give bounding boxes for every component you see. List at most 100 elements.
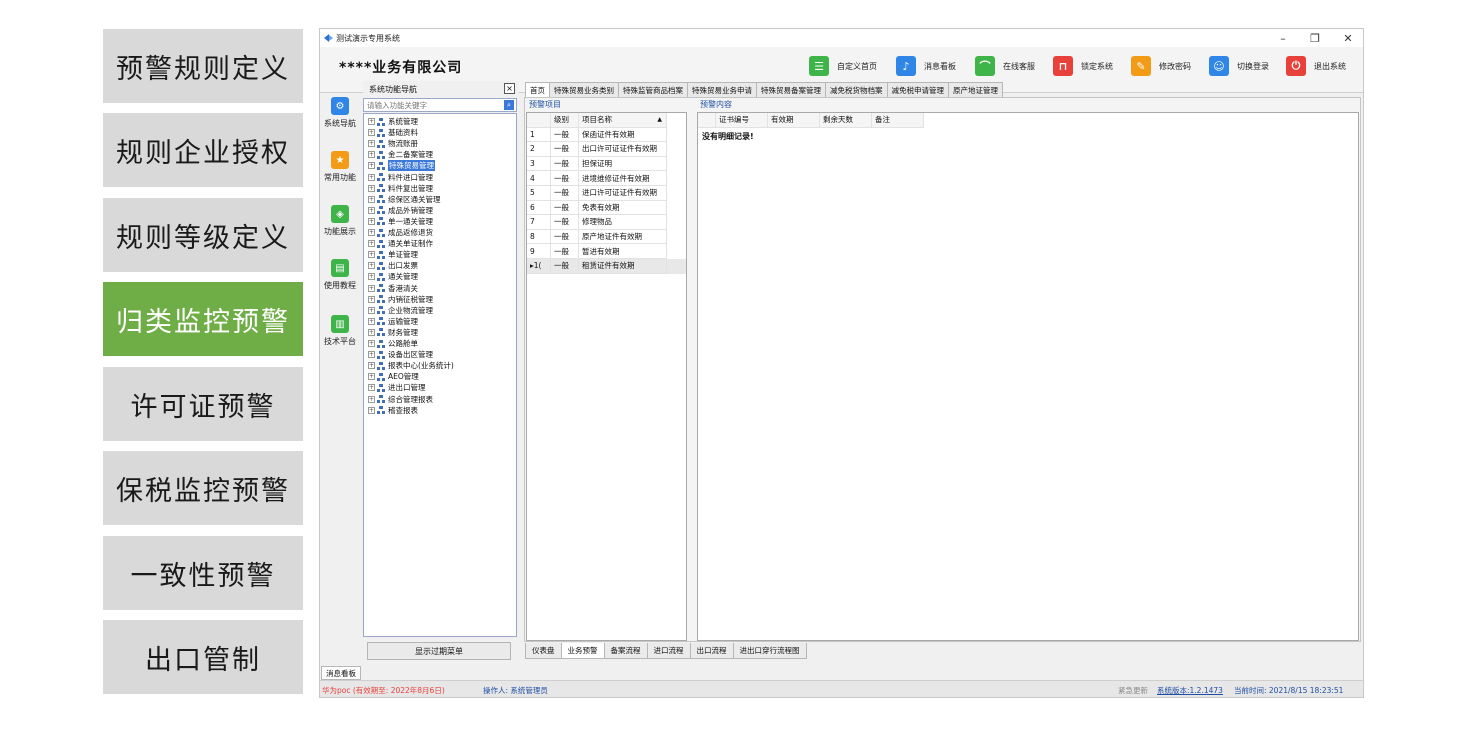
table-row[interactable]: ▸1(一般 租赁证件有效期 (527, 259, 686, 274)
function-search-input[interactable] (363, 98, 517, 112)
feature-item-bonded-warning[interactable]: 保税监控预警 (103, 451, 303, 525)
tree-node[interactable]: + 内销征税管理 (368, 294, 433, 305)
custom-home-button[interactable]: ☰ 自定义首页 (809, 55, 877, 77)
tree-node[interactable]: + 特殊贸易管理 (368, 160, 435, 172)
expand-icon[interactable]: + (368, 351, 375, 359)
restore-button[interactable]: ❐ (1300, 30, 1330, 46)
tree-node[interactable]: + 成品外销管理 (368, 205, 433, 216)
switch-login-button[interactable]: ☺ 切换登录 (1209, 55, 1269, 77)
tree-node[interactable]: + 单证管理 (368, 249, 418, 260)
tree-node[interactable]: + 进出口管理 (368, 382, 426, 393)
pane-splitter[interactable] (691, 98, 695, 641)
bottom-tab-1[interactable]: 业务预警 (560, 643, 605, 659)
tab-5[interactable]: 减免税货物档案 (825, 82, 888, 97)
expand-icon[interactable]: + (368, 362, 375, 370)
change-password-button[interactable]: ✎ 修改密码 (1131, 55, 1191, 77)
bottom-tab-0[interactable]: 仪表盘 (525, 643, 562, 659)
expand-icon[interactable]: + (368, 373, 375, 381)
tree-node[interactable]: + 报表中心(业务统计) (368, 360, 454, 371)
tab-6[interactable]: 减免税申请管理 (886, 82, 949, 97)
nav-system[interactable]: ⚙ 系统导航 (320, 97, 360, 145)
tab-2[interactable]: 特殊监管商品档案 (618, 82, 688, 97)
nav-showcase[interactable]: ◈ 功能展示 (320, 205, 360, 253)
expand-icon[interactable]: + (368, 118, 375, 125)
feature-item-consistency-warning[interactable]: 一致性预警 (103, 536, 303, 610)
urgent-update-link[interactable]: 紧急更新 (1118, 685, 1148, 696)
feature-item-export-control[interactable]: 出口管制 (103, 620, 303, 694)
tab-3[interactable]: 特殊贸易业务申请 (687, 82, 757, 97)
expand-icon[interactable]: + (368, 306, 375, 314)
expand-icon[interactable]: + (368, 151, 375, 159)
expand-icon[interactable]: + (368, 206, 375, 214)
table-row[interactable]: 8 一般 原产地证件有效期 (527, 229, 686, 245)
expand-icon[interactable]: + (368, 284, 375, 292)
expand-icon[interactable]: + (368, 317, 375, 325)
table-row[interactable]: 9 一般 暂进有效期 (527, 244, 686, 259)
bottom-tab-5[interactable]: 进出口穿行流程图 (732, 643, 807, 659)
expand-icon[interactable]: + (368, 328, 375, 336)
tree-node[interactable]: + 公路舱单 (368, 338, 418, 349)
expand-icon[interactable]: + (368, 217, 375, 225)
minimize-button[interactable]: – (1268, 30, 1298, 46)
online-service-button[interactable]: ⌒ 在线客服 (975, 55, 1035, 77)
bottom-tab-4[interactable]: 出口流程 (689, 643, 734, 659)
tree-node[interactable]: + 成品返修退货 (368, 227, 433, 238)
expand-icon[interactable]: + (368, 140, 375, 148)
tree-node[interactable]: + 料件进口管理 (368, 172, 433, 183)
exit-system-button[interactable]: ⏻ 退出系统 (1286, 55, 1346, 77)
tree-node[interactable]: + 料件复出管理 (368, 183, 433, 194)
feature-item-rule-authorization[interactable]: 规则企业授权 (103, 113, 303, 187)
table-row[interactable]: 6 一般 免表有效期 (527, 200, 686, 216)
tree-node[interactable]: + 综合管理报表 (368, 394, 433, 405)
table-row[interactable]: 5 一般 进口许可证证件有效期 (527, 186, 686, 201)
nav-common[interactable]: ★ 常用功能 (320, 151, 360, 199)
expand-icon[interactable]: + (368, 251, 375, 259)
expand-icon[interactable]: + (368, 273, 375, 281)
tab-7[interactable]: 原产地证管理 (948, 82, 1003, 97)
expand-icon[interactable]: + (368, 184, 375, 192)
tree-node[interactable]: + 通关单证制作 (368, 238, 433, 249)
column-header-cert-no[interactable]: 证书编号 (716, 113, 768, 128)
column-header-valid-period[interactable]: 有效期 (768, 113, 820, 128)
expand-icon[interactable]: + (368, 295, 375, 303)
expand-icon[interactable]: + (368, 195, 375, 203)
table-row[interactable]: 7 一般 修理物品 (527, 215, 686, 230)
tree-node[interactable]: + 企业物流管理 (368, 305, 433, 316)
expand-icon[interactable]: + (368, 240, 375, 248)
show-expired-menu-button[interactable]: 显示过期菜单 (367, 642, 511, 660)
table-row[interactable]: 2 一般 出口许可证证件有效期 (527, 142, 686, 157)
tree-node[interactable]: + 财务管理 (368, 327, 418, 338)
expand-icon[interactable]: + (368, 340, 375, 347)
search-icon[interactable]: ⌕ (504, 100, 514, 110)
tree-node[interactable]: + 综保区通关管理 (368, 194, 441, 205)
bottom-tab-2[interactable]: 备案流程 (603, 643, 648, 659)
tree-panel-close-button[interactable]: × (504, 83, 515, 94)
tree-node[interactable]: + 运输管理 (368, 316, 418, 327)
expand-icon[interactable]: + (368, 173, 375, 181)
expand-icon[interactable]: + (368, 162, 375, 170)
column-header-item-name[interactable]: 项目名称 ▲ (579, 113, 667, 128)
table-row[interactable]: 3 一般 担保证明 (527, 156, 686, 172)
tree-node[interactable]: + 出口发票 (368, 260, 418, 271)
column-header-remaining-days[interactable]: 剩余天数 (820, 113, 872, 128)
nav-tech-platform[interactable]: ▥ 技术平台 (320, 315, 360, 363)
message-board-button[interactable]: ♪ 消息看板 (896, 55, 956, 77)
tree-node[interactable]: + 单一通关管理 (368, 216, 433, 227)
tree-node[interactable]: + 金二备案管理 (368, 149, 433, 160)
expand-icon[interactable]: + (368, 395, 375, 403)
tree-node[interactable]: + 基础资料 (368, 127, 418, 138)
feature-item-rule-definition[interactable]: 预警规则定义 (103, 29, 303, 103)
tab-0[interactable]: 首页 (525, 82, 550, 97)
nav-tutorial[interactable]: ▤ 使用教程 (320, 259, 360, 307)
table-row[interactable]: 4 一般 进境维修证件有效期 (527, 171, 686, 186)
tree-node[interactable]: + 设备出区管理 (368, 349, 433, 360)
tree-node[interactable]: + 系统管理 (368, 116, 418, 127)
lock-system-button[interactable]: ⊓ 锁定系统 (1053, 55, 1113, 77)
tree-node[interactable]: + 香港清关 (368, 283, 418, 294)
tree-node[interactable]: + 物流账册 (368, 138, 418, 149)
message-board-tab[interactable]: 消息看板 (321, 666, 361, 680)
tree-node[interactable]: + 稽查报表 (368, 405, 418, 416)
expand-icon[interactable]: + (368, 384, 375, 392)
expand-icon[interactable]: + (368, 262, 375, 270)
feature-item-classification-warning[interactable]: 归类监控预警 (103, 282, 303, 356)
